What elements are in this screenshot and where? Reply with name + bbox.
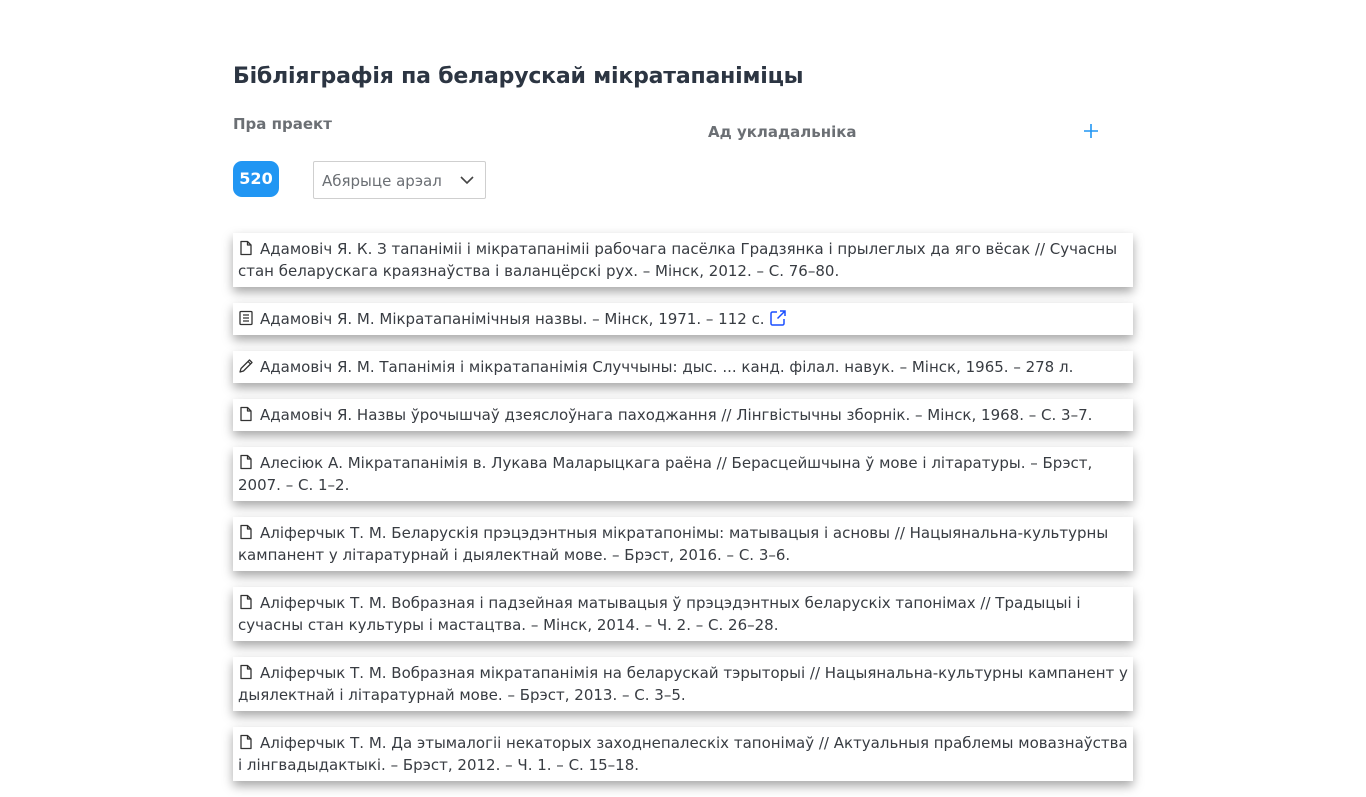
page-title: Бібліяграфія па беларускай мікратапанімі… xyxy=(233,64,804,89)
bibliography-entry[interactable]: Алесіюк А. Мікратапанімія в. Лукава Мала… xyxy=(233,447,1133,501)
area-select-placeholder: Абярыце арэал xyxy=(322,172,442,190)
document-icon xyxy=(240,664,252,680)
bibliography-entry[interactable]: Аліферчык Т. М. Беларускія прэцэдэнтныя … xyxy=(233,517,1133,571)
document-icon xyxy=(240,406,252,422)
bibliography-entry[interactable]: Адамовіч Я. Назвы ўрочышчаў дзеяслоўнага… xyxy=(233,399,1133,431)
bibliography-entry[interactable]: Аліферчык Т. М. Вобразная і падзейная ма… xyxy=(233,587,1133,641)
entry-text: Алесіюк А. Мікратапанімія в. Лукава Мала… xyxy=(238,454,1093,494)
bibliography-entry[interactable]: Адамовіч Я. М. Тапанімія і мікратапанімі… xyxy=(233,351,1133,383)
about-project-link[interactable]: Пра праект xyxy=(233,115,332,133)
area-select[interactable]: Абярыце арэал xyxy=(313,161,486,199)
entry-text: Аліферчык Т. М. Вобразная і падзейная ма… xyxy=(238,594,1081,634)
book-icon xyxy=(239,310,253,326)
entry-count-badge: 520 xyxy=(233,161,279,197)
bibliography-entry[interactable]: Адамовіч Я. М. Мікратапанімічныя назвы. … xyxy=(233,303,1133,335)
document-icon xyxy=(240,524,252,540)
chevron-down-icon xyxy=(460,176,474,185)
entry-text: Адамовіч Я. К. З тапаніміі і мікратапані… xyxy=(238,240,1118,280)
entry-text: Адамовіч Я. Назвы ўрочышчаў дзеяслоўнага… xyxy=(260,406,1093,424)
bibliography-list: Адамовіч Я. К. З тапаніміі і мікратапані… xyxy=(233,233,1133,797)
entry-text: Аліферчык Т. М. Да этымалогіі некаторых … xyxy=(238,734,1128,774)
bibliography-entry[interactable]: Аліферчык Т. М. Да этымалогіі некаторых … xyxy=(233,727,1133,781)
bibliography-entry[interactable]: Адамовіч Я. К. З тапаніміі і мікратапані… xyxy=(233,233,1133,287)
document-icon xyxy=(240,594,252,610)
entry-text: Аліферчык Т. М. Беларускія прэцэдэнтныя … xyxy=(238,524,1109,564)
pencil-icon xyxy=(239,359,253,373)
entry-text: Адамовіч Я. М. Мікратапанімічныя назвы. … xyxy=(260,310,765,328)
entry-text: Адамовіч Я. М. Тапанімія і мікратапанімі… xyxy=(260,358,1074,376)
compiler-note-toggle[interactable]: Ад укладальніка xyxy=(708,120,1108,146)
plus-icon[interactable] xyxy=(1083,123,1099,139)
document-icon xyxy=(240,454,252,470)
document-icon xyxy=(240,240,252,256)
bibliography-entry[interactable]: Аліферчык Т. М. Вобразная мікратапанімія… xyxy=(233,657,1133,711)
external-link-icon[interactable] xyxy=(769,309,787,327)
compiler-note-label: Ад укладальніка xyxy=(708,123,857,141)
entry-text: Аліферчык Т. М. Вобразная мікратапанімія… xyxy=(238,664,1128,704)
document-icon xyxy=(240,734,252,750)
